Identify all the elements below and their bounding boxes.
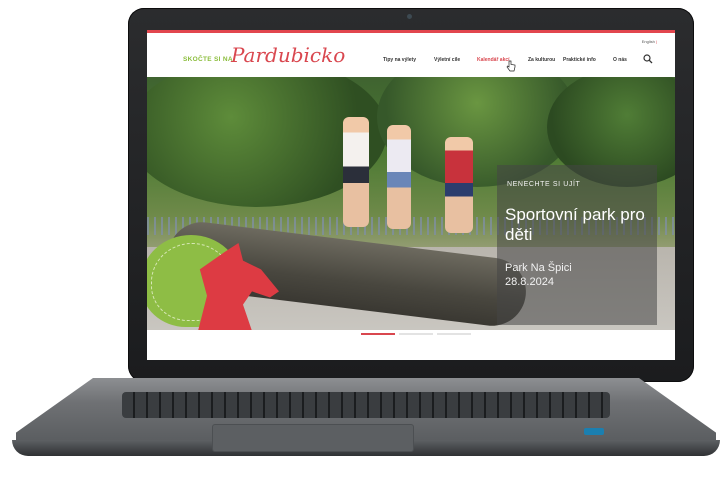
touchpad (212, 424, 414, 452)
nav-prakticke-info[interactable]: Praktické info (563, 57, 596, 63)
language-label[interactable]: English (642, 39, 655, 44)
hero-photo-child (343, 117, 369, 227)
hero-slider[interactable]: NENECHTE SI UJÍT Sportovní park pro děti… (147, 77, 675, 330)
language-switch[interactable]: English | (642, 39, 657, 44)
logo-text: SKOČTE SI NA (183, 56, 233, 63)
nav-tipy-na-vylety[interactable]: Tipy na výlety (383, 57, 416, 63)
hero-photo-child (445, 137, 473, 233)
slider-dot-active[interactable] (361, 333, 395, 335)
language-marker: | (655, 39, 657, 44)
slider-dot[interactable] (437, 333, 471, 335)
accent-top-bar (147, 30, 675, 33)
hand-pointer-icon (506, 60, 516, 72)
nav-kalendar-akci[interactable]: Kalendář akcí (477, 57, 510, 63)
laptop-screen: English | SKOČTE SI NA Pardubicko Tipy n… (147, 30, 675, 360)
nav-za-kulturou[interactable]: Za kulturou (528, 57, 555, 63)
nav-o-nas[interactable]: O nás (613, 57, 627, 63)
slider-dot[interactable] (399, 333, 433, 335)
hero-date: 28.8.2024 (505, 276, 554, 288)
logo-script: Pardubicko (231, 43, 346, 67)
power-button (584, 428, 604, 435)
hero-photo-child (387, 125, 411, 229)
hero-caption-box[interactable] (497, 165, 657, 325)
hero-title[interactable]: Sportovní park pro děti (505, 205, 655, 245)
hero-kicker: NENECHTE SI UJÍT (507, 181, 581, 188)
nav-vyletni-cile[interactable]: Výletní cíle (434, 57, 460, 63)
keyboard (122, 392, 610, 418)
hero-location: Park Na Špici (505, 262, 572, 274)
webcam (407, 14, 412, 19)
search-icon[interactable] (643, 54, 653, 64)
